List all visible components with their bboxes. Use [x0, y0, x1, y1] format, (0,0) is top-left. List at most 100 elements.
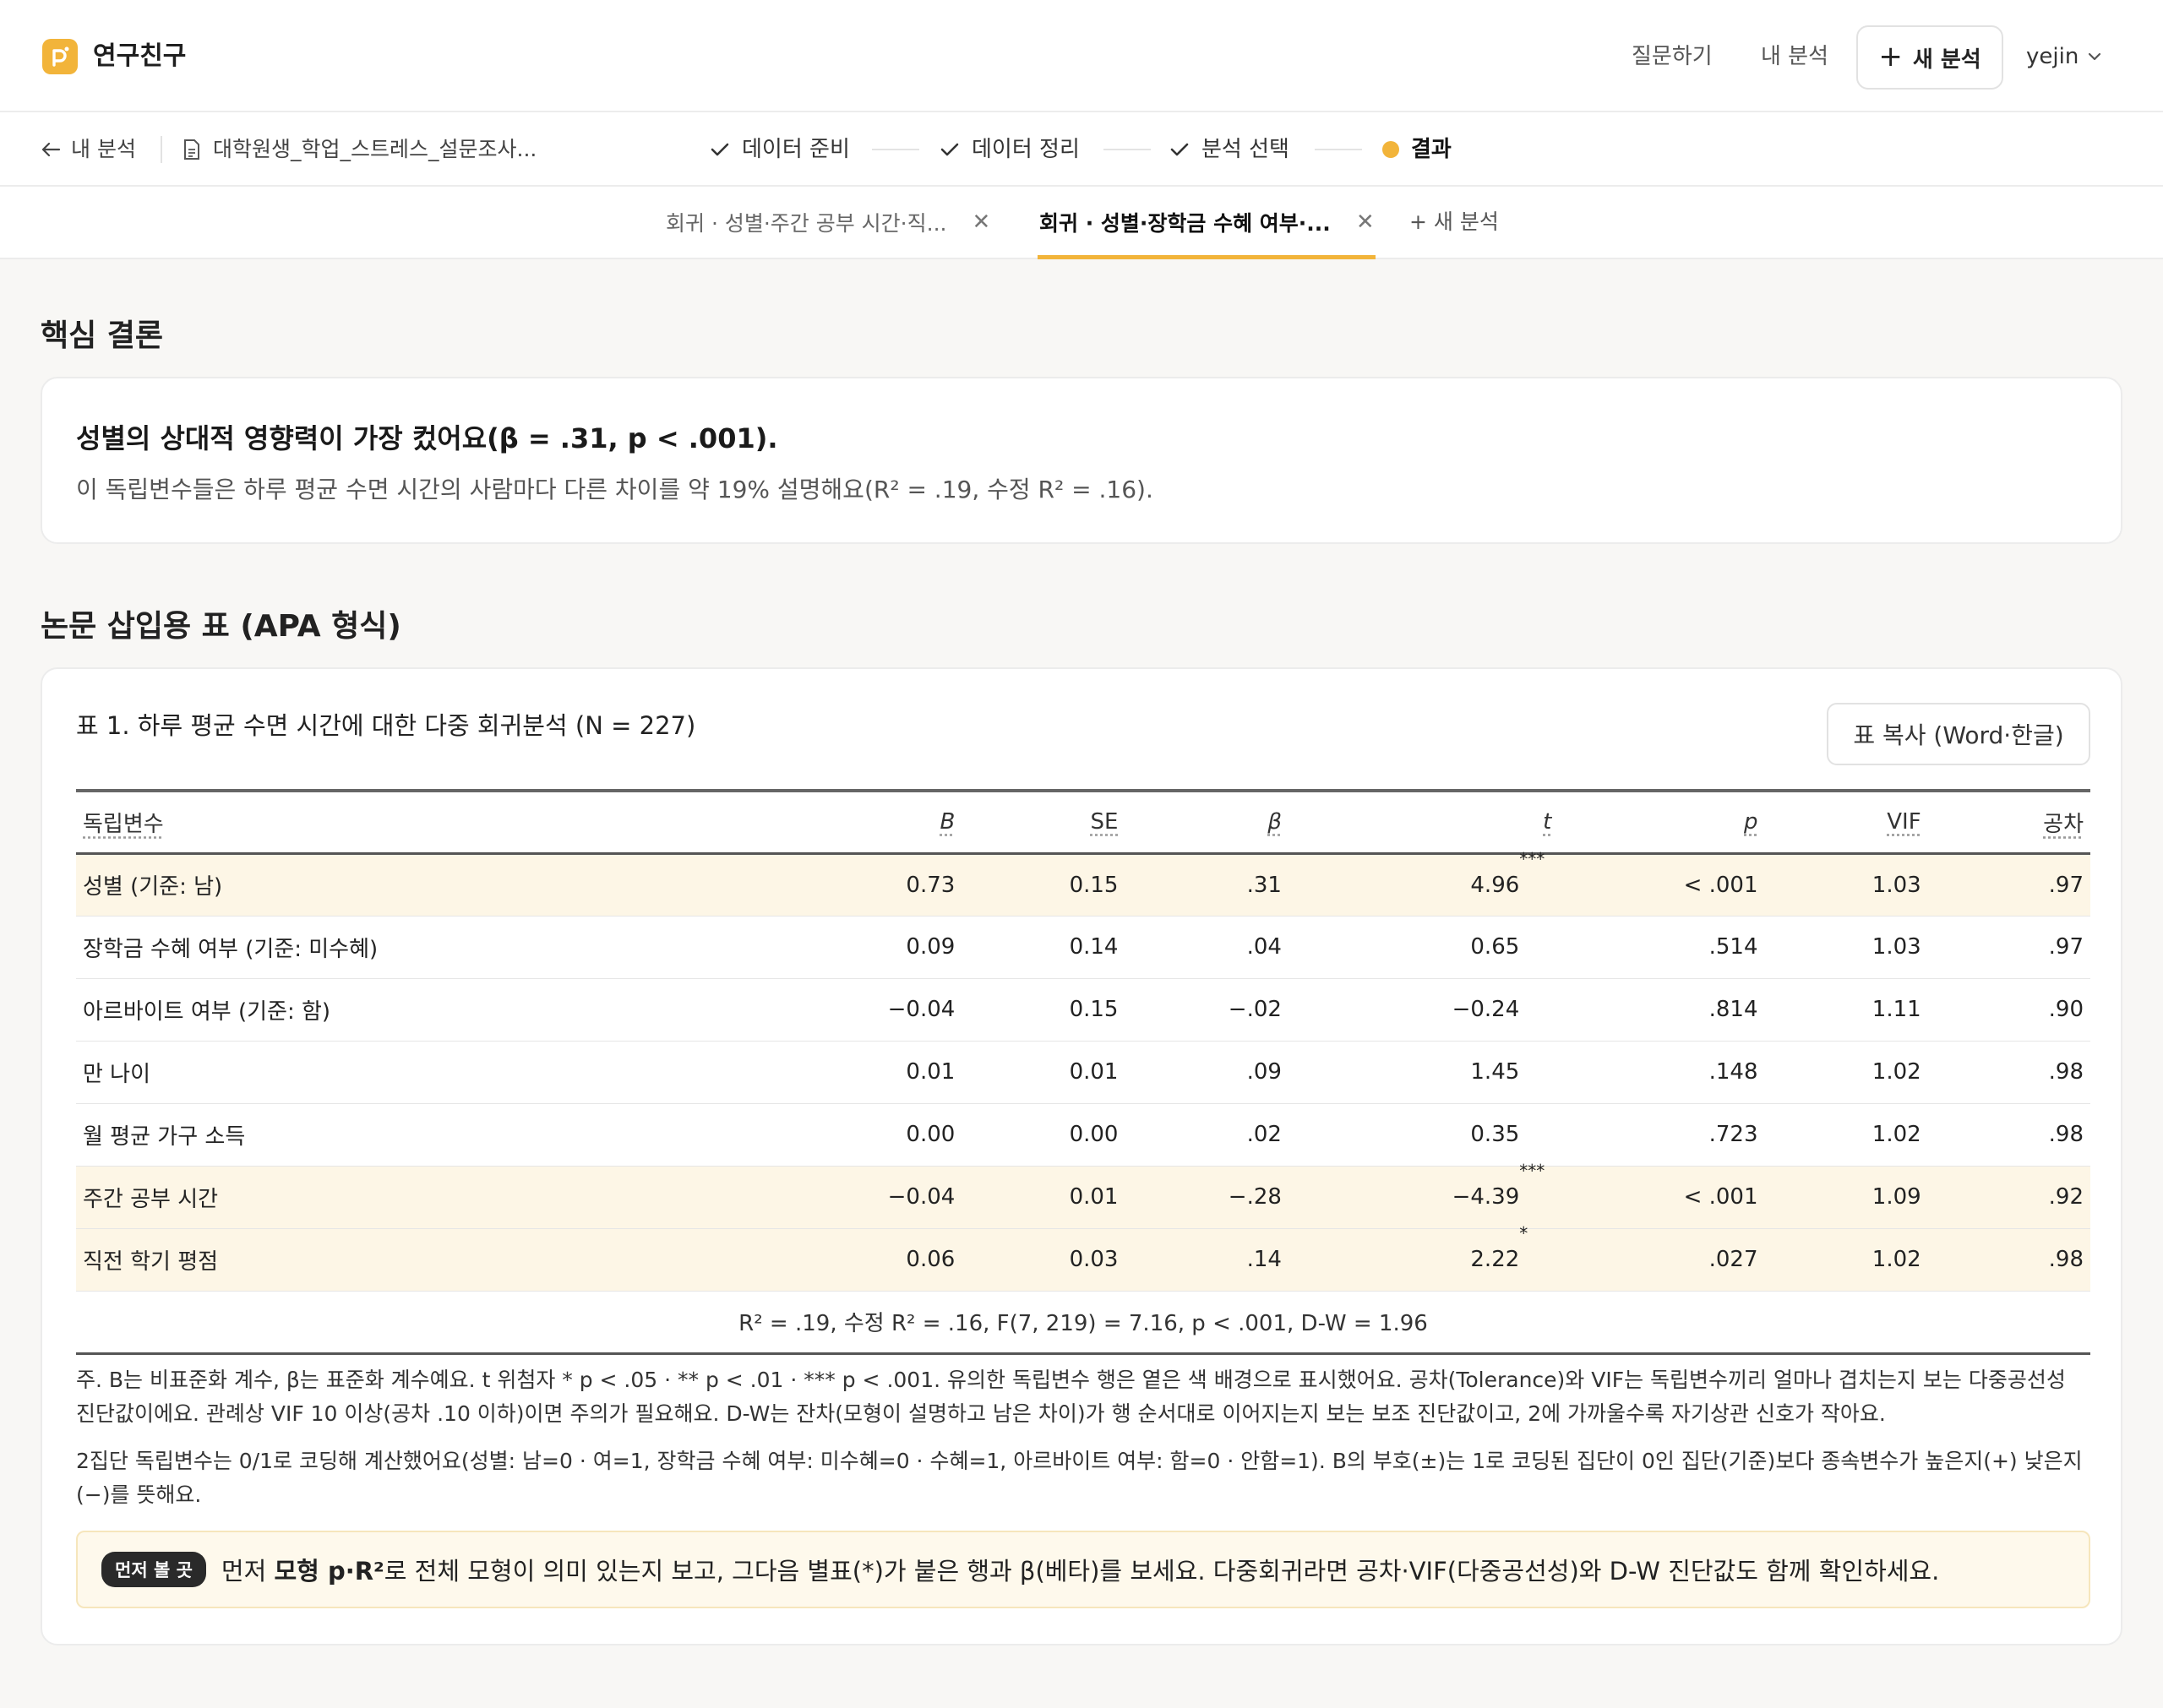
step-result[interactable]: 결과: [1382, 131, 1452, 168]
close-icon[interactable]: ✕: [1356, 209, 1375, 235]
cell-variable: 직전 학기 평점: [76, 1228, 638, 1292]
file-icon: [184, 139, 199, 160]
table-header-row: 독립변수 B SE β t p VIF 공차: [76, 791, 2090, 855]
section-title-conclusion: 핵심 결론: [41, 318, 164, 353]
step-label: 분석 선택: [1201, 137, 1289, 162]
add-tab-button[interactable]: + 새 분석: [1409, 187, 1499, 258]
cell-se: 0.00: [962, 1103, 1125, 1167]
col-header-se: SE: [962, 791, 1125, 855]
table-title: 표 1. 하루 평균 수면 시간에 대한 다중 회귀분석 (N = 227): [76, 711, 696, 740]
step-data-prep[interactable]: 데이터 준비: [710, 131, 850, 168]
cell-b: 0.73: [637, 853, 962, 917]
tab-label: 회귀 · 성별·주간 공부 시간·직...: [666, 211, 947, 236]
cell-b: 0.06: [637, 1228, 962, 1292]
current-step-dot-icon: [1382, 141, 1399, 158]
cell-variable: 만 나이: [76, 1041, 638, 1104]
cell-beta: .09: [1125, 1041, 1289, 1104]
cell-t: −0.24: [1288, 978, 1559, 1042]
significance-stars: ***: [1519, 848, 1545, 869]
cell-t: 0.65: [1288, 916, 1559, 979]
table-row: 월 평균 가구 소득 0.00 0.00.02 0.35.723 1.02.98: [76, 1103, 2090, 1167]
cell-b: 0.01: [637, 1041, 962, 1104]
tip-box: 먼저 볼 곳 먼저 모형 p·R²로 전체 모형이 의미 있는지 보고, 그다음…: [76, 1531, 2090, 1608]
table-row: 성별 (기준: 남) 0.73 0.15.31 4.96 *** < .001 1.03.9…: [76, 849, 2090, 917]
check-icon: [940, 143, 959, 156]
arrow-left-icon: [41, 142, 61, 157]
cell-p: .514: [1558, 916, 1765, 979]
cell-t: 4.96 ***: [1288, 849, 1559, 917]
cell-b: 0.00: [637, 1103, 962, 1167]
step-connector: [1315, 149, 1362, 150]
cell-variable: 아르바이트 여부 (기준: 함): [76, 978, 638, 1042]
analysis-tabs: 회귀 · 성별·주간 공부 시간·직... ✕ 회귀 · 성별·장학금 수혜 여…: [0, 187, 2163, 259]
top-bar: 연구친구 질문하기 내 분석 + 새 분석 yejin: [0, 0, 2163, 112]
coding-note: 2집단 독립변수는 0/1로 코딩해 계산했어요(성별: 남=0 · 여=1, …: [76, 1449, 2083, 1507]
cell-beta: .02: [1125, 1103, 1289, 1167]
apa-table-card: 표 1. 하루 평균 수면 시간에 대한 다중 회귀분석 (N = 227) 표…: [41, 667, 2122, 1645]
col-header-variable: 독립변수: [76, 791, 638, 855]
step-label: 데이터 정리: [972, 137, 1080, 162]
step-analysis-select[interactable]: 분석 선택: [1169, 131, 1289, 168]
step-label: 데이터 준비: [742, 137, 850, 162]
tab-regression-1[interactable]: 회귀 · 성별·주간 공부 시간·직... ✕: [666, 187, 990, 258]
cell-t: 0.35: [1288, 1103, 1559, 1167]
regression-table: 독립변수 B SE β t p VIF 공차 성별 (기준: 남) 0.73 0.1…: [76, 789, 2090, 1355]
cell-t: 1.45: [1288, 1041, 1559, 1104]
app-logo-icon[interactable]: [42, 39, 78, 74]
cell-tolerance: .97: [1927, 916, 2090, 979]
cell-t: 2.22 *: [1288, 1223, 1559, 1292]
user-name: yejin: [2026, 44, 2079, 69]
step-data-clean[interactable]: 데이터 정리: [940, 131, 1080, 168]
cell-b: −0.04: [637, 978, 962, 1042]
close-icon[interactable]: ✕: [972, 209, 990, 235]
brand-name[interactable]: 연구친구: [93, 39, 186, 74]
col-header-p: p: [1558, 791, 1765, 855]
table-row: 주간 공부 시간 −0.04 0.01 −.28 −4.39 *** < .001 1.09.…: [76, 1161, 2090, 1229]
table-note: 주. B는 비표준화 계수, β는 표준화 계수예요. t 위첨자 * p < …: [76, 1368, 2066, 1426]
cell-variable: 월 평균 가구 소득: [76, 1103, 638, 1167]
cell-vif: 1.03: [1764, 916, 1928, 979]
cell-variable: 성별 (기준: 남): [76, 853, 638, 917]
cell-p: .814: [1558, 978, 1765, 1042]
step-label: 결과: [1411, 137, 1452, 162]
col-header-b: B: [637, 791, 962, 855]
cell-beta: .04: [1125, 916, 1289, 979]
tip-badge: 먼저 볼 곳: [101, 1552, 206, 1587]
conclusion-headline: 성별의 상대적 영향력이 가장 컸어요(β = .31, p < .001).: [76, 422, 778, 454]
ask-link[interactable]: 질문하기: [1632, 39, 1713, 74]
cell-variable: 장학금 수혜 여부 (기준: 미수혜): [76, 916, 638, 979]
step-bar: 내 분석 대학원생_학업_스트레스_설문조사... 데이터 준비 데이터 정리 …: [0, 112, 2163, 187]
check-icon: [1170, 143, 1189, 156]
cell-beta: .31: [1125, 853, 1289, 917]
col-header-beta: β: [1125, 791, 1289, 855]
conclusion-card: 성별의 상대적 영향력이 가장 컸어요(β = .31, p < .001). …: [41, 377, 2122, 544]
cell-tolerance: .92: [1927, 1166, 2090, 1229]
cell-vif: 1.02: [1764, 1103, 1928, 1167]
conclusion-summary: 이 독립변수들은 하루 평균 수면 시간의 사람마다 다른 차이를 약 19% …: [76, 476, 1153, 503]
col-header-tolerance: 공차: [1927, 791, 2090, 855]
check-icon: [711, 143, 729, 156]
cell-vif: 1.03: [1764, 853, 1928, 917]
table-row: 직전 학기 평점 0.06 0.03.14 2.22 * .027 1.02.98: [76, 1223, 2090, 1292]
new-analysis-button[interactable]: + 새 분석: [1856, 25, 2003, 90]
cell-b: 0.09: [637, 916, 962, 979]
copy-table-button[interactable]: 표 복사 (Word·한글): [1827, 703, 2090, 765]
significance-stars: *: [1519, 1223, 1528, 1243]
back-link[interactable]: 내 분석: [41, 131, 136, 168]
cell-vif: 1.11: [1764, 978, 1928, 1042]
tab-regression-2[interactable]: 회귀 · 성별·장학금 수혜 여부·... ✕: [1038, 187, 1376, 259]
cell-beta: −.28: [1125, 1166, 1289, 1229]
cell-vif: 1.02: [1764, 1041, 1928, 1104]
user-menu[interactable]: yejin: [2026, 39, 2102, 74]
table-row: 장학금 수혜 여부 (기준: 미수혜) 0.09 0.14.04 0.65.514 1.…: [76, 916, 2090, 979]
chevron-down-icon: [2089, 52, 2101, 61]
cell-se: 0.14: [962, 916, 1125, 979]
back-label: 내 분석: [71, 137, 136, 161]
file-name[interactable]: 대학원생_학업_스트레스_설문조사...: [183, 131, 537, 168]
file-name-label: 대학원생_학업_스트레스_설문조사...: [213, 137, 537, 161]
significance-stars: ***: [1519, 1161, 1545, 1181]
cell-p: .027: [1558, 1228, 1765, 1292]
cell-tolerance: .98: [1927, 1041, 2090, 1104]
step-connector: [1103, 149, 1151, 150]
my-analysis-link[interactable]: 내 분석: [1761, 39, 1828, 74]
